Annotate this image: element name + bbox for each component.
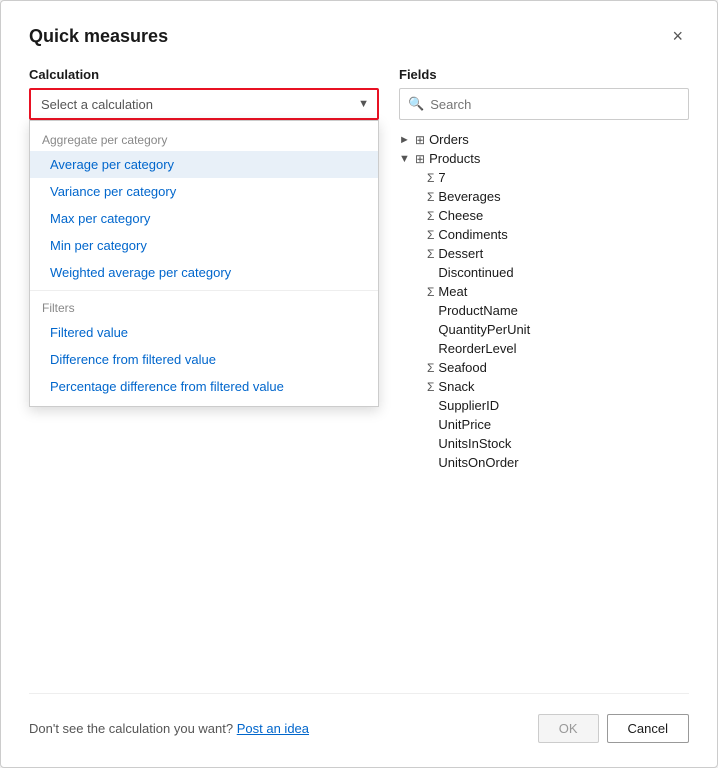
tree-item-dessert[interactable]: Σ Dessert bbox=[427, 244, 689, 263]
label-unitsonorder: UnitsOnOrder bbox=[438, 455, 518, 470]
tree-item-supplierid[interactable]: Σ SupplierID bbox=[427, 396, 689, 415]
ok-button[interactable]: OK bbox=[538, 714, 599, 743]
tree-item-snack[interactable]: Σ Snack bbox=[427, 377, 689, 396]
tree-item-meat[interactable]: Σ Meat bbox=[427, 282, 689, 301]
tree-item-reorderlevel[interactable]: Σ ReorderLevel bbox=[427, 339, 689, 358]
label-dessert: Dessert bbox=[438, 246, 483, 261]
label-snack: Snack bbox=[438, 379, 474, 394]
group-filters-label: Filters bbox=[30, 295, 378, 319]
label-quantityperunit: QuantityPerUnit bbox=[438, 322, 530, 337]
quick-measures-dialog: Quick measures × Calculation Select a ca… bbox=[0, 0, 718, 768]
products-label: Products bbox=[429, 151, 480, 166]
menu-item-min-per-category[interactable]: Min per category bbox=[30, 232, 378, 259]
calculation-label: Calculation bbox=[29, 67, 379, 82]
cancel-button[interactable]: Cancel bbox=[607, 714, 689, 743]
table-icon-products: ⊞ bbox=[415, 152, 425, 166]
menu-item-variance-per-category[interactable]: Variance per category bbox=[30, 178, 378, 205]
label-condiments: Condiments bbox=[438, 227, 507, 242]
chevron-down-icon-products: ▼ bbox=[399, 153, 413, 165]
sigma-icon-seafood: Σ bbox=[427, 361, 434, 375]
label-productname: ProductName bbox=[438, 303, 517, 318]
calculation-panel: Calculation Select a calculation ▼ Aggre… bbox=[29, 67, 379, 120]
menu-item-weighted-average-per-category[interactable]: Weighted average per category bbox=[30, 259, 378, 286]
tree-item-seafood[interactable]: Σ Seafood bbox=[427, 358, 689, 377]
sigma-icon-snack: Σ bbox=[427, 380, 434, 394]
sigma-icon-cheese: Σ bbox=[427, 209, 434, 223]
tree-item-productname[interactable]: Σ ProductName bbox=[427, 301, 689, 320]
footer-message: Don't see the calculation you want? Post… bbox=[29, 721, 309, 736]
tree-item-condiments[interactable]: Σ Condiments bbox=[427, 225, 689, 244]
content-area: Calculation Select a calculation ▼ Aggre… bbox=[29, 67, 689, 693]
tree-item-unitsinstock[interactable]: Σ UnitsInStock bbox=[427, 434, 689, 453]
menu-item-difference-from-filtered-value[interactable]: Difference from filtered value bbox=[30, 346, 378, 373]
label-reorderlevel: ReorderLevel bbox=[438, 341, 516, 356]
menu-item-filtered-value[interactable]: Filtered value bbox=[30, 319, 378, 346]
sigma-icon-condiments: Σ bbox=[427, 228, 434, 242]
dialog-footer: Don't see the calculation you want? Post… bbox=[29, 693, 689, 743]
dialog-title: Quick measures bbox=[29, 26, 168, 47]
sigma-icon-dessert: Σ bbox=[427, 247, 434, 261]
footer-text-static: Don't see the calculation you want? bbox=[29, 721, 233, 736]
table-icon-orders: ⊞ bbox=[415, 133, 425, 147]
menu-item-max-per-category[interactable]: Max per category bbox=[30, 205, 378, 232]
menu-item-average-per-category[interactable]: Average per category bbox=[30, 151, 378, 178]
label-unitsinstock: UnitsInStock bbox=[438, 436, 511, 451]
chevron-right-icon: ► bbox=[399, 134, 413, 146]
tree-item-cheese[interactable]: Σ Cheese bbox=[427, 206, 689, 225]
fields-tree: ► ⊞ Orders ▼ ⊞ Products Σ 7 bbox=[399, 130, 689, 472]
fields-panel: Fields 🔍 ► ⊞ Orders ▼ ⊞ Products bbox=[399, 67, 689, 472]
label-supplierid: SupplierID bbox=[438, 398, 499, 413]
menu-item-percentage-difference-from-filtered-value[interactable]: Percentage difference from filtered valu… bbox=[30, 373, 378, 400]
search-icon: 🔍 bbox=[408, 96, 424, 112]
tree-item-quantityperunit[interactable]: Σ QuantityPerUnit bbox=[427, 320, 689, 339]
footer-buttons: OK Cancel bbox=[538, 714, 689, 743]
label-meat: Meat bbox=[438, 284, 467, 299]
label-7: 7 bbox=[438, 170, 445, 185]
tree-item-7[interactable]: Σ 7 bbox=[427, 168, 689, 187]
search-box: 🔍 bbox=[399, 88, 689, 120]
tree-item-unitsonorder[interactable]: Σ UnitsOnOrder bbox=[427, 453, 689, 472]
tree-item-beverages[interactable]: Σ Beverages bbox=[427, 187, 689, 206]
products-children: Σ 7 Σ Beverages Σ Cheese Σ Condiments bbox=[427, 168, 689, 472]
dialog-header: Quick measures × bbox=[29, 25, 689, 47]
search-input[interactable] bbox=[430, 97, 680, 112]
post-an-idea-link[interactable]: Post an idea bbox=[237, 721, 309, 736]
close-button[interactable]: × bbox=[666, 25, 689, 47]
calculation-dropdown-wrapper: Select a calculation ▼ Aggregate per cat… bbox=[29, 88, 379, 120]
group-aggregate-label: Aggregate per category bbox=[30, 127, 378, 151]
dropdown-menu: Aggregate per category Average per categ… bbox=[29, 120, 379, 407]
sigma-icon-beverages: Σ bbox=[427, 190, 434, 204]
label-cheese: Cheese bbox=[438, 208, 483, 223]
label-discontinued: Discontinued bbox=[438, 265, 513, 280]
fields-label: Fields bbox=[399, 67, 689, 82]
tree-item-unitprice[interactable]: Σ UnitPrice bbox=[427, 415, 689, 434]
label-unitprice: UnitPrice bbox=[438, 417, 491, 432]
tree-item-discontinued[interactable]: Σ Discontinued bbox=[427, 263, 689, 282]
orders-label: Orders bbox=[429, 132, 469, 147]
label-seafood: Seafood bbox=[438, 360, 486, 375]
tree-item-orders[interactable]: ► ⊞ Orders bbox=[399, 130, 689, 149]
sigma-icon-meat: Σ bbox=[427, 285, 434, 299]
sigma-icon-7: Σ bbox=[427, 171, 434, 185]
label-beverages: Beverages bbox=[438, 189, 500, 204]
menu-divider bbox=[30, 290, 378, 291]
calculation-select[interactable]: Select a calculation bbox=[29, 88, 379, 120]
tree-item-products[interactable]: ▼ ⊞ Products bbox=[399, 149, 689, 168]
